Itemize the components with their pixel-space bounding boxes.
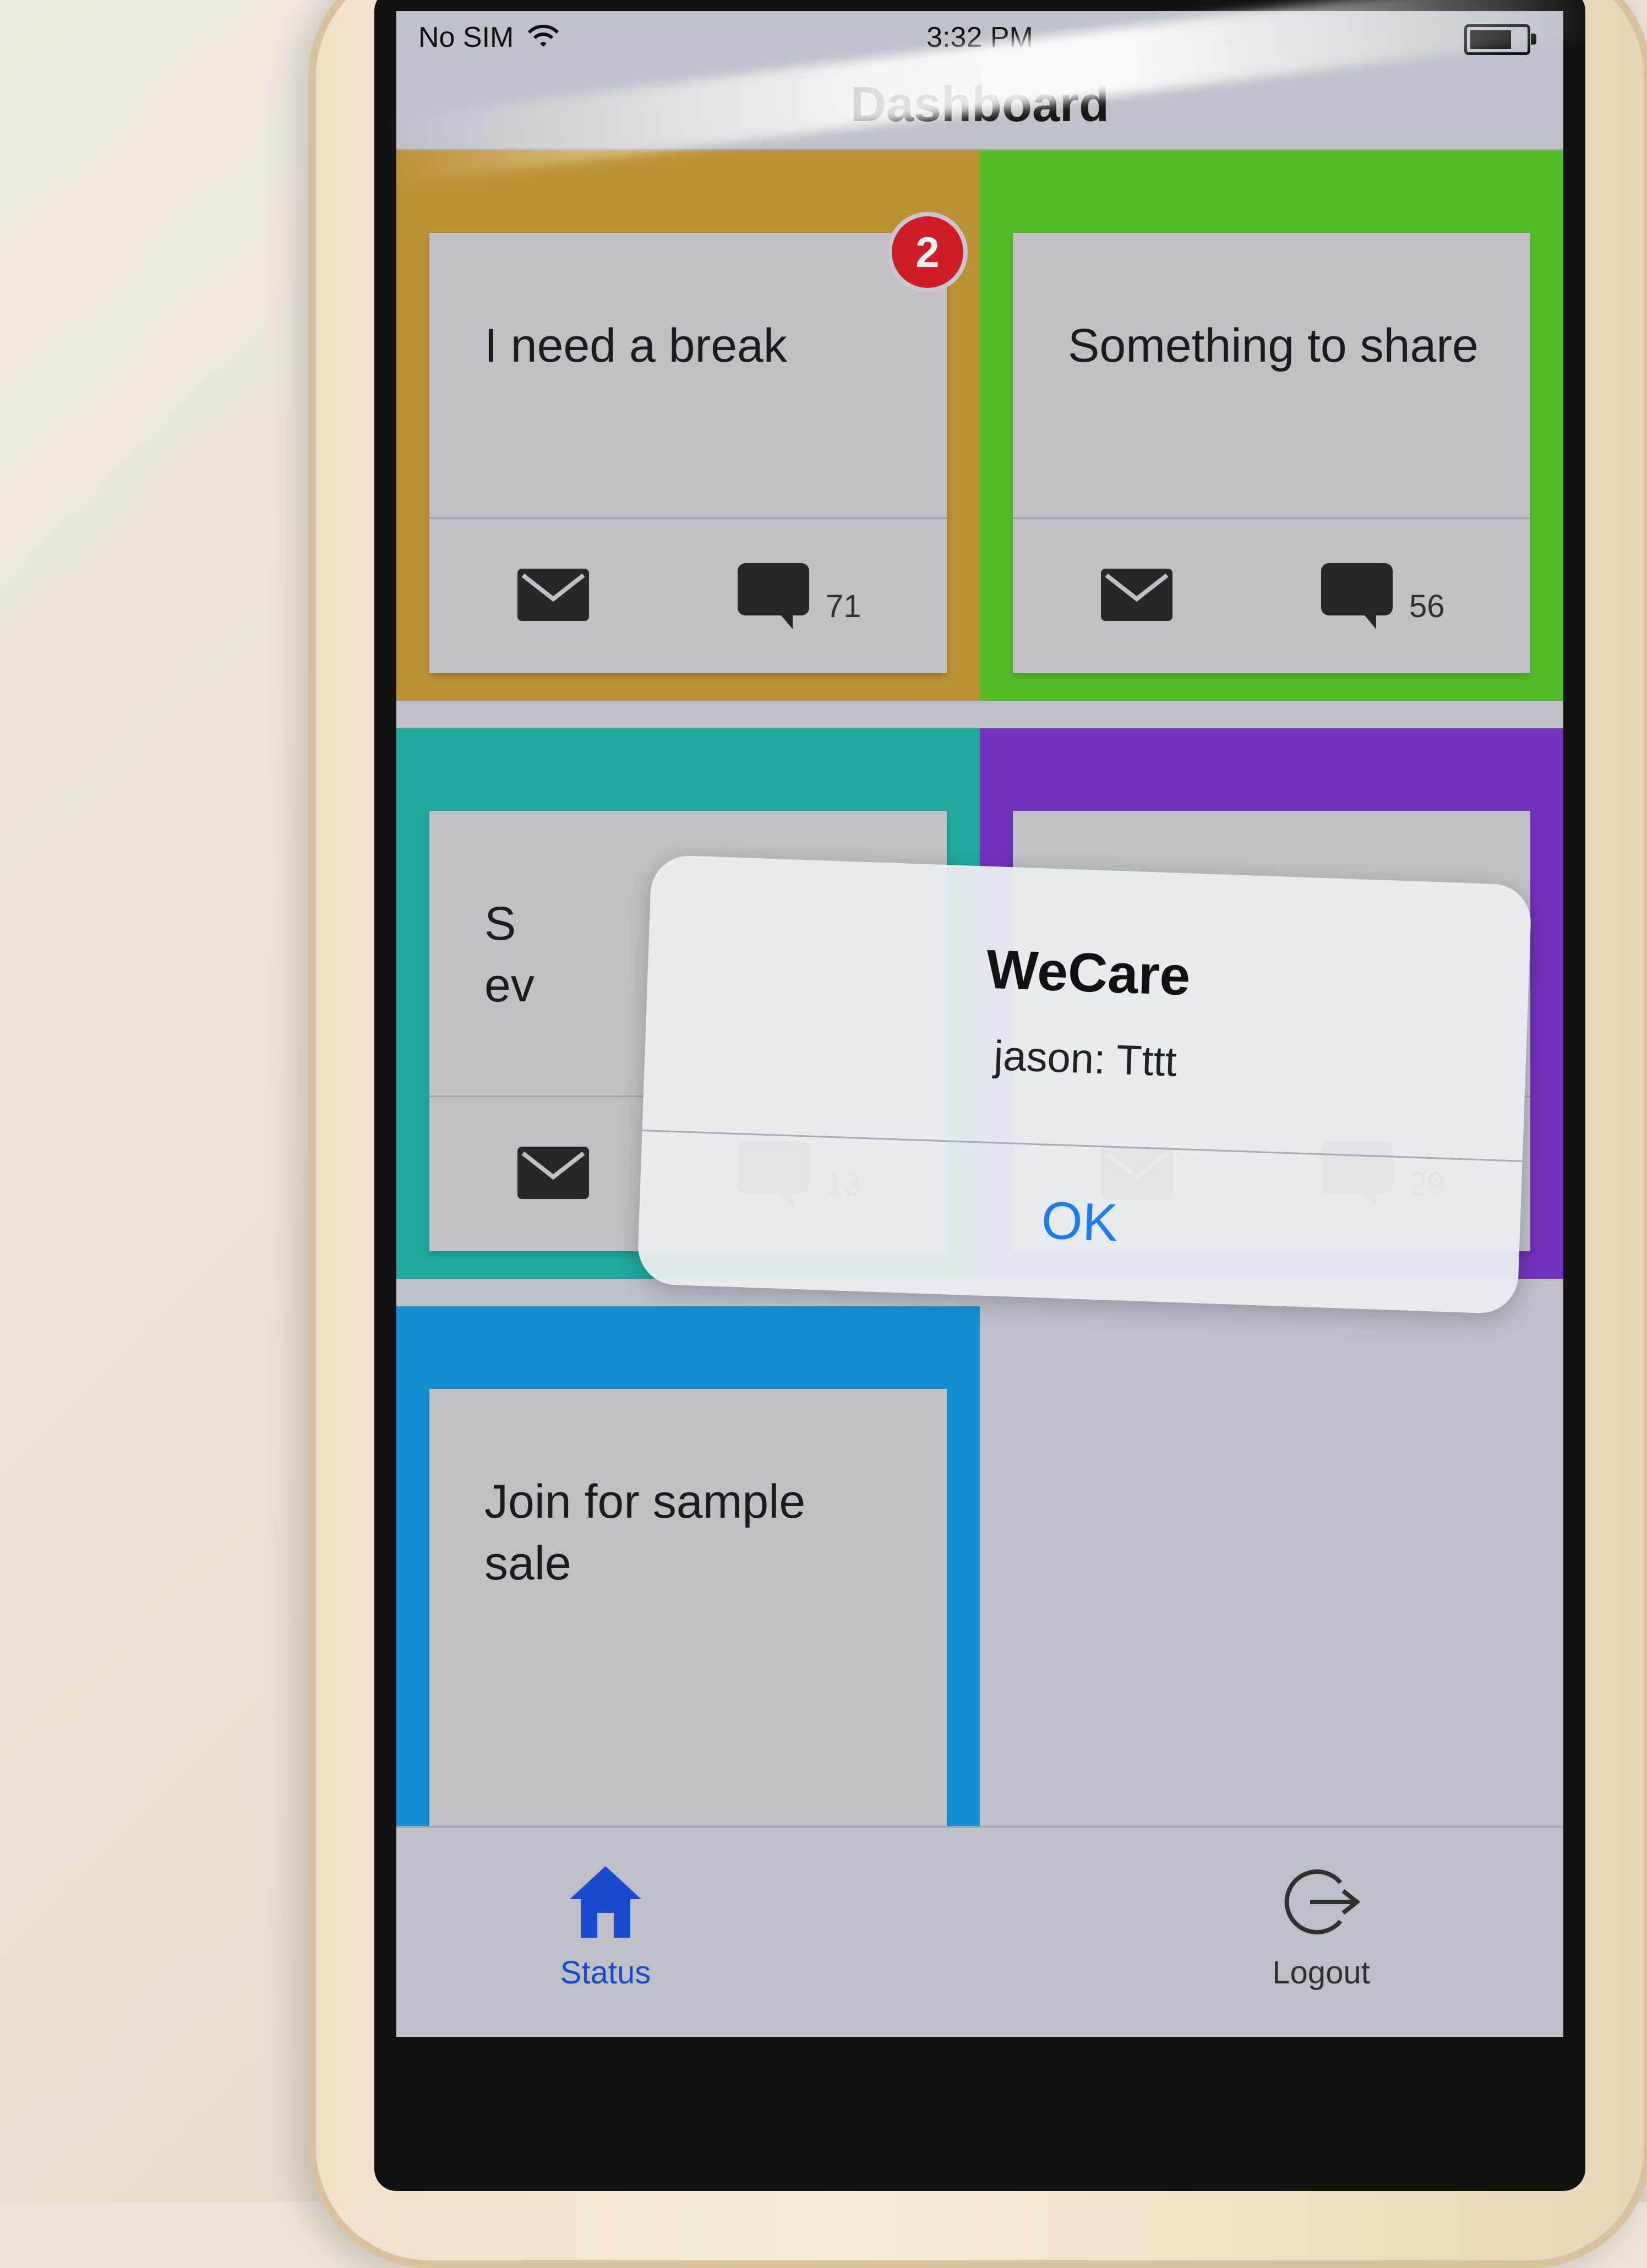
photo-background: No SIM 3:32 PM Dashboard xyxy=(0,0,1647,2268)
app-screen: No SIM 3:32 PM Dashboard xyxy=(396,11,1563,2037)
phone-bezel: No SIM 3:32 PM Dashboard xyxy=(374,0,1585,2191)
alert-ok-button[interactable]: OK xyxy=(637,1130,1523,1315)
alert-message: jason: Tttt xyxy=(993,1032,1178,1086)
alert-title: WeCare xyxy=(985,938,1192,1007)
alert-dialog: WeCare jason: Tttt OK xyxy=(636,854,1533,1315)
phone-body: No SIM 3:32 PM Dashboard xyxy=(308,0,1647,2268)
